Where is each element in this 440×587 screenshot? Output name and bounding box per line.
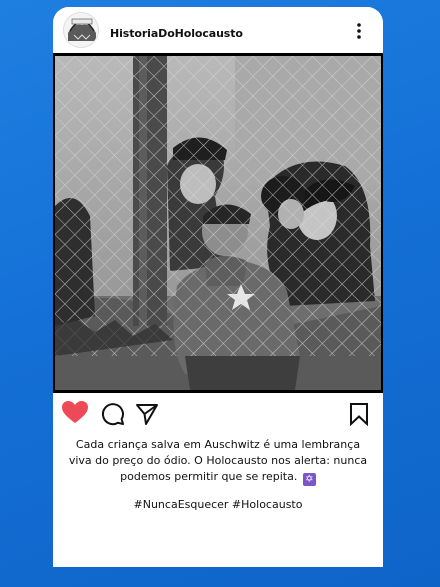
username[interactable]: HistoriaDoHolocausto [110,27,243,40]
like-button[interactable] [61,400,89,429]
post-photo-image [55,56,381,390]
more-vertical-icon [357,23,361,39]
post-actions-bar [53,393,383,433]
caption-line-1: Cada criança salva em Auschwitz é uma le… [75,438,361,451]
post-image-frame [53,53,383,393]
post-card: HistoriaDoHolocausto Cada criança salva … [53,7,383,567]
star-of-david-emoji: ✡ [302,473,316,486]
comment-button[interactable] [101,402,125,431]
more-options-button[interactable] [351,21,367,41]
comment-icon [101,403,124,426]
share-button[interactable] [135,402,159,431]
heart-icon [62,401,88,423]
paper-plane-icon [136,404,158,425]
caption-line-3: podemos permitir que se repita. ✡ [63,469,373,486]
save-button[interactable] [349,402,369,431]
post-header: HistoriaDoHolocausto [53,7,383,53]
post-caption: Cada criança salva em Auschwitz é uma le… [63,437,373,486]
avatar[interactable] [63,12,99,48]
bookmark-icon [350,403,368,427]
post-photo[interactable] [55,56,381,390]
caption-line-2: viva do preço do ódio. O Holocausto nos … [68,454,368,467]
avatar-logo-icon [64,13,98,47]
post-hashtags[interactable]: #NuncaEsquecer #Holocausto [63,498,373,511]
caption-line-3-text: podemos permitir que se repita. [120,470,298,483]
